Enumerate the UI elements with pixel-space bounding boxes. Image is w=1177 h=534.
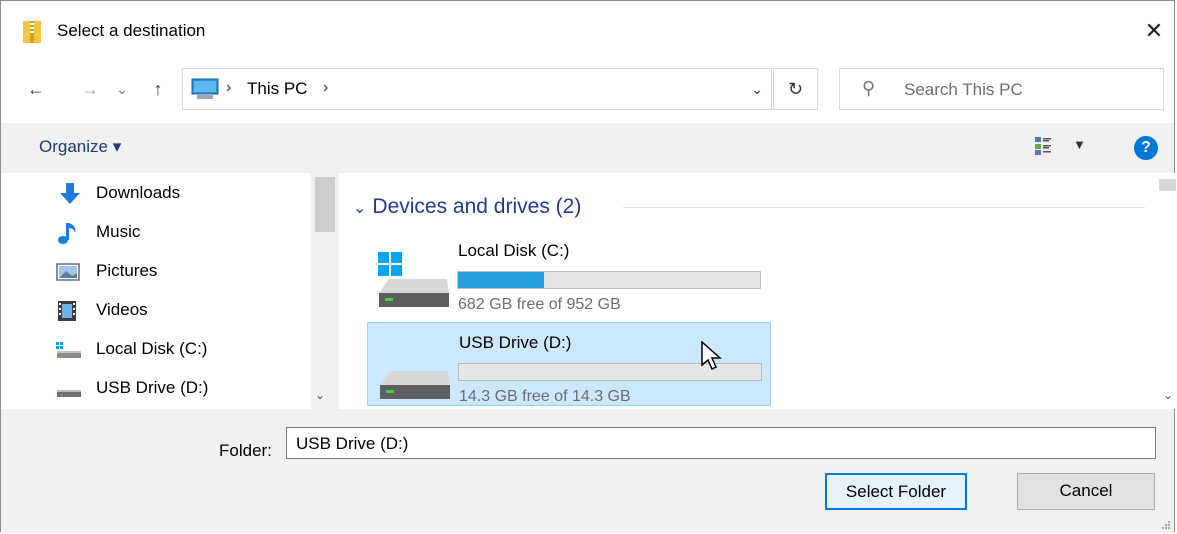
select-destination-dialog: Select a destination ✕ ← → ⌄ ↑ › This PC… xyxy=(0,0,1176,533)
view-dropdown-icon[interactable]: ▼ xyxy=(1073,137,1086,152)
sidebar-item-videos[interactable]: Videos xyxy=(55,296,305,326)
sidebar-item-local-disk[interactable]: Local Disk (C:) xyxy=(55,335,305,365)
view-options-icon[interactable] xyxy=(1035,137,1051,155)
content-scrollbar-thumb[interactable] xyxy=(1159,179,1176,191)
drive-usage-bar xyxy=(457,271,761,289)
chevron-down-icon: ⌄ xyxy=(116,81,128,97)
forward-button[interactable]: → xyxy=(77,73,103,105)
sidebar-item-label: Music xyxy=(96,222,141,241)
local-disk-drive-icon xyxy=(378,252,449,307)
sidebar-item-usb-drive[interactable]: USB Drive (D:) xyxy=(55,374,305,404)
cancel-button[interactable]: Cancel xyxy=(1017,473,1155,510)
close-icon: ✕ xyxy=(1144,18,1164,43)
usb-drive-icon xyxy=(57,390,81,397)
navigation-pane: Downloads Music Pictures Videos Local Di… xyxy=(1,173,339,409)
folder-input[interactable]: USB Drive (D:) xyxy=(286,427,1156,459)
drive-name: Local Disk (C:) xyxy=(458,241,570,260)
drive-name: USB Drive (D:) xyxy=(459,333,572,352)
drive-free-space: 14.3 GB free of 14.3 GB xyxy=(459,388,631,405)
sidebar-item-downloads[interactable]: Downloads xyxy=(55,179,305,209)
music-icon xyxy=(58,223,76,244)
mouse-cursor-icon xyxy=(701,341,722,371)
this-pc-icon xyxy=(191,78,219,99)
forward-arrow-icon: → xyxy=(81,79,99,99)
drive-tile-local-disk[interactable]: Local Disk (C:) 682 GB free of 952 GB xyxy=(367,231,771,315)
group-divider xyxy=(623,207,1145,208)
window-title: Select a destination xyxy=(57,21,206,40)
folder-zip-icon xyxy=(23,21,41,43)
download-icon xyxy=(60,183,80,204)
usb-drive-drive-icon xyxy=(380,371,450,399)
refresh-icon: ↻ xyxy=(787,79,804,99)
organize-button[interactable]: Organize ▾ xyxy=(39,137,121,157)
sidebar-item-label: USB Drive (D:) xyxy=(96,378,209,397)
local-disk-icon xyxy=(56,342,81,358)
drive-usage-fill xyxy=(458,272,544,288)
command-bar: Organize ▾ ▼ ? xyxy=(1,123,1174,173)
pictures-icon xyxy=(56,263,80,281)
sidebar-item-label: Videos xyxy=(96,300,148,319)
breadcrumb-this-pc[interactable]: This PC xyxy=(247,79,307,99)
up-button[interactable]: ↑ xyxy=(145,73,171,105)
sidebar-item-pictures[interactable]: Pictures xyxy=(55,257,305,287)
group-label: Devices and drives (2) xyxy=(372,195,582,218)
chevron-down-icon: ⌄ xyxy=(353,200,367,217)
help-button[interactable]: ? xyxy=(1134,136,1158,160)
recent-locations-button[interactable]: ⌄ xyxy=(113,73,131,105)
content-scrollbar[interactable] xyxy=(1159,173,1176,409)
refresh-button[interactable]: ↻ xyxy=(773,68,818,110)
sidebar-scroll-down-icon[interactable]: ⌄ xyxy=(315,388,325,402)
address-bar[interactable]: › This PC › ⌄ xyxy=(182,68,772,110)
back-arrow-icon: ← xyxy=(27,79,45,99)
group-header-devices[interactable]: ⌄ Devices and drives (2) xyxy=(353,195,581,219)
breadcrumb-separator: › xyxy=(226,79,232,96)
title-bar: Select a destination ✕ xyxy=(1,1,1174,61)
back-button[interactable]: ← xyxy=(23,73,49,105)
resize-grip-icon[interactable] xyxy=(1160,519,1170,529)
select-folder-button[interactable]: Select Folder xyxy=(825,473,967,510)
sidebar-scrollbar-thumb[interactable] xyxy=(315,177,335,232)
search-input[interactable]: Search This PC xyxy=(904,80,1023,100)
chevron-down-icon[interactable]: ⌄ xyxy=(751,81,763,98)
sidebar-item-music[interactable]: Music xyxy=(55,218,305,248)
sidebar-item-label: Downloads xyxy=(96,183,181,202)
drive-free-space: 682 GB free of 952 GB xyxy=(458,296,621,313)
content-scroll-down-icon[interactable]: ⌄ xyxy=(1163,388,1173,402)
breadcrumb-separator[interactable]: › xyxy=(323,79,328,97)
search-box[interactable]: ⚲ Search This PC xyxy=(839,68,1164,110)
sidebar-item-label: Local Disk (C:) xyxy=(96,339,208,358)
videos-icon xyxy=(58,301,76,321)
search-icon: ⚲ xyxy=(862,78,876,98)
footer-panel: Folder: USB Drive (D:) Select Folder Can… xyxy=(1,409,1174,533)
up-arrow-icon: ↑ xyxy=(153,79,163,99)
folder-label: Folder: xyxy=(219,441,272,460)
close-button[interactable]: ✕ xyxy=(1134,15,1174,47)
sidebar-item-label: Pictures xyxy=(96,261,158,280)
